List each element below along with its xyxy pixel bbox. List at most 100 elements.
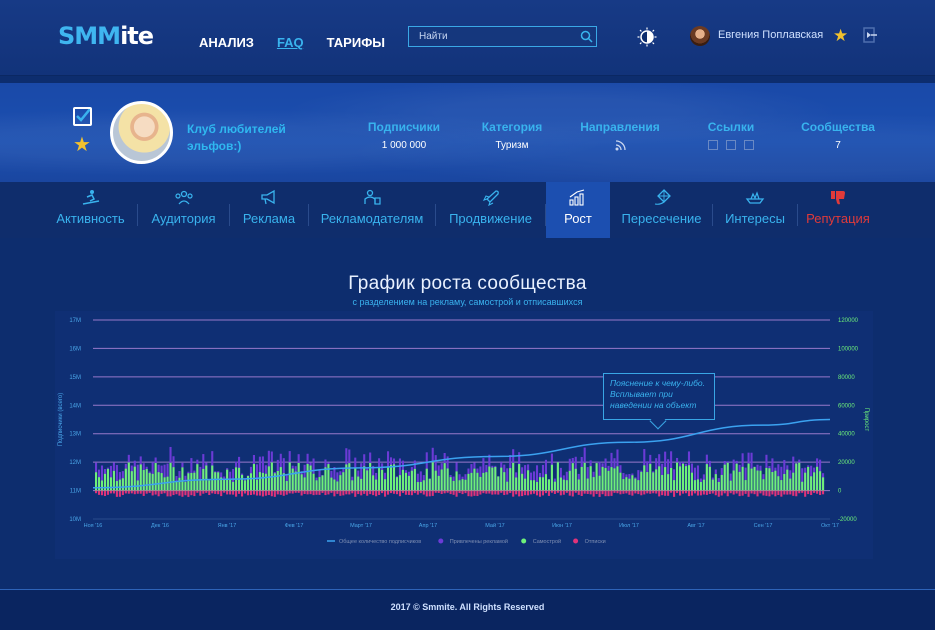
organic-bar [229, 479, 232, 491]
organic-bar [440, 469, 443, 491]
select-checkbox[interactable] [73, 107, 92, 126]
stat-links: Ссылки [700, 120, 762, 150]
stat-subscribers-label: Подписчики [367, 120, 441, 134]
organic-bar [241, 474, 244, 491]
unsubscribe-bar [398, 490, 402, 497]
unsubscribe-bar [801, 490, 804, 493]
rss-icon[interactable] [576, 140, 664, 154]
unsubscribe-bar [357, 490, 360, 495]
unsubscribe-bar [503, 490, 506, 496]
organic-bar [756, 470, 759, 491]
unsubscribe-bar [273, 490, 276, 497]
links-list [700, 140, 762, 150]
tab-advertisers[interactable]: Рекламодателям [309, 182, 435, 238]
favorites-star-icon[interactable]: ★ [833, 26, 848, 46]
tab-growth[interactable]: Рост [546, 182, 610, 238]
unsubscribe-bar [249, 490, 253, 496]
unsubscribe-bar [804, 490, 807, 497]
organic-bar [589, 466, 592, 491]
tab-reputation-label: Репутация [806, 211, 870, 226]
logo[interactable]: SMMite [58, 22, 154, 50]
organic-bar [670, 467, 673, 491]
organic-bar [673, 480, 676, 491]
x-axis-tick: Март '17 [350, 523, 372, 529]
organic-bar [196, 464, 199, 491]
legend-swatch [573, 538, 579, 544]
organic-bar [598, 475, 601, 491]
organic-bar [571, 463, 574, 491]
unsubscribe-bar [470, 490, 473, 497]
unsubscribe-bar [264, 490, 267, 496]
unsubscribe-bar [241, 490, 244, 497]
organic-bar [187, 473, 190, 491]
web-link-icon[interactable] [744, 140, 754, 150]
tab-promotion[interactable]: Продвижение [436, 182, 545, 238]
unsubscribe-bar [738, 490, 741, 497]
organic-bar [765, 467, 768, 491]
organic-bar [556, 462, 559, 491]
search-icon[interactable] [576, 27, 596, 46]
organic-bar [541, 477, 545, 491]
tab-audience[interactable]: Аудитория [138, 182, 229, 238]
unsubscribe-bar [598, 490, 601, 497]
organic-bar [687, 465, 691, 491]
organic-bar [640, 471, 643, 491]
vk-link-icon[interactable] [708, 140, 718, 150]
organic-bar [798, 462, 801, 491]
nav-tariffs[interactable]: ТАРИФЫ [327, 35, 385, 50]
nav-analysis[interactable]: АНАЛИЗ [199, 35, 254, 50]
unsubscribe-bar [798, 490, 801, 494]
tab-ads[interactable]: Реклама [230, 182, 308, 238]
unsubscribe-bar [819, 490, 822, 496]
organic-bar [643, 465, 646, 491]
logout-icon[interactable] [861, 26, 879, 44]
organic-bar [813, 472, 816, 491]
unsubscribe-bar [577, 490, 580, 495]
unsubscribe-bar [512, 490, 515, 497]
organic-bar [750, 468, 753, 491]
organic-bar [664, 467, 667, 491]
organic-bar [553, 481, 556, 491]
ok-link-icon[interactable] [726, 140, 736, 150]
unsubscribe-bar [229, 490, 232, 495]
organic-bar [759, 470, 762, 491]
unsubscribe-bar [145, 490, 148, 494]
organic-bar [762, 479, 765, 491]
unsubscribe-bar [196, 490, 199, 493]
user-name[interactable]: Евгения Поплавская [718, 29, 823, 41]
tab-activity[interactable]: Активность [44, 182, 137, 238]
search-input[interactable] [409, 27, 576, 46]
tab-intersection[interactable]: Пересечение [611, 182, 712, 238]
tab-reputation[interactable]: Репутация [798, 182, 878, 238]
organic-bar [610, 467, 613, 491]
unsubscribe-bar [705, 490, 708, 495]
unsubscribe-bar [452, 490, 455, 495]
growth-chart[interactable]: 10M 11M 12M 13M 14M 15M 16M 17M -20000 0 20000 4000… [55, 311, 873, 559]
unsubscribe-bar [223, 490, 226, 493]
unsubscribe-bar [124, 490, 127, 494]
organic-bar [211, 465, 214, 491]
organic-bar [789, 478, 792, 491]
user-avatar[interactable] [690, 26, 710, 46]
theme-toggle-icon[interactable] [637, 27, 657, 47]
club-name[interactable]: Клуб любителей эльфов:) [187, 121, 287, 155]
organic-bar [288, 462, 291, 491]
unsubscribe-bar [109, 490, 112, 494]
organic-bar [366, 470, 369, 491]
unsubscribe-bar [342, 490, 345, 496]
unsubscribe-bar [455, 490, 458, 497]
unsubscribe-bar [538, 490, 542, 497]
unsubscribe-bar [312, 490, 315, 496]
tab-advertisers-label: Рекламодателям [320, 211, 424, 226]
organic-bar [297, 462, 300, 491]
organic-bar [679, 466, 682, 491]
tab-interests[interactable]: Интересы [713, 182, 797, 238]
organic-bar [425, 468, 428, 491]
nav-faq[interactable]: FAQ [277, 35, 304, 50]
organic-bar [217, 472, 220, 491]
check-icon [76, 108, 91, 122]
organic-bar [613, 468, 616, 491]
favorite-star-icon[interactable]: ★ [73, 132, 91, 157]
unsubscribe-bar [443, 490, 446, 494]
unsubscribe-bar [184, 490, 187, 496]
